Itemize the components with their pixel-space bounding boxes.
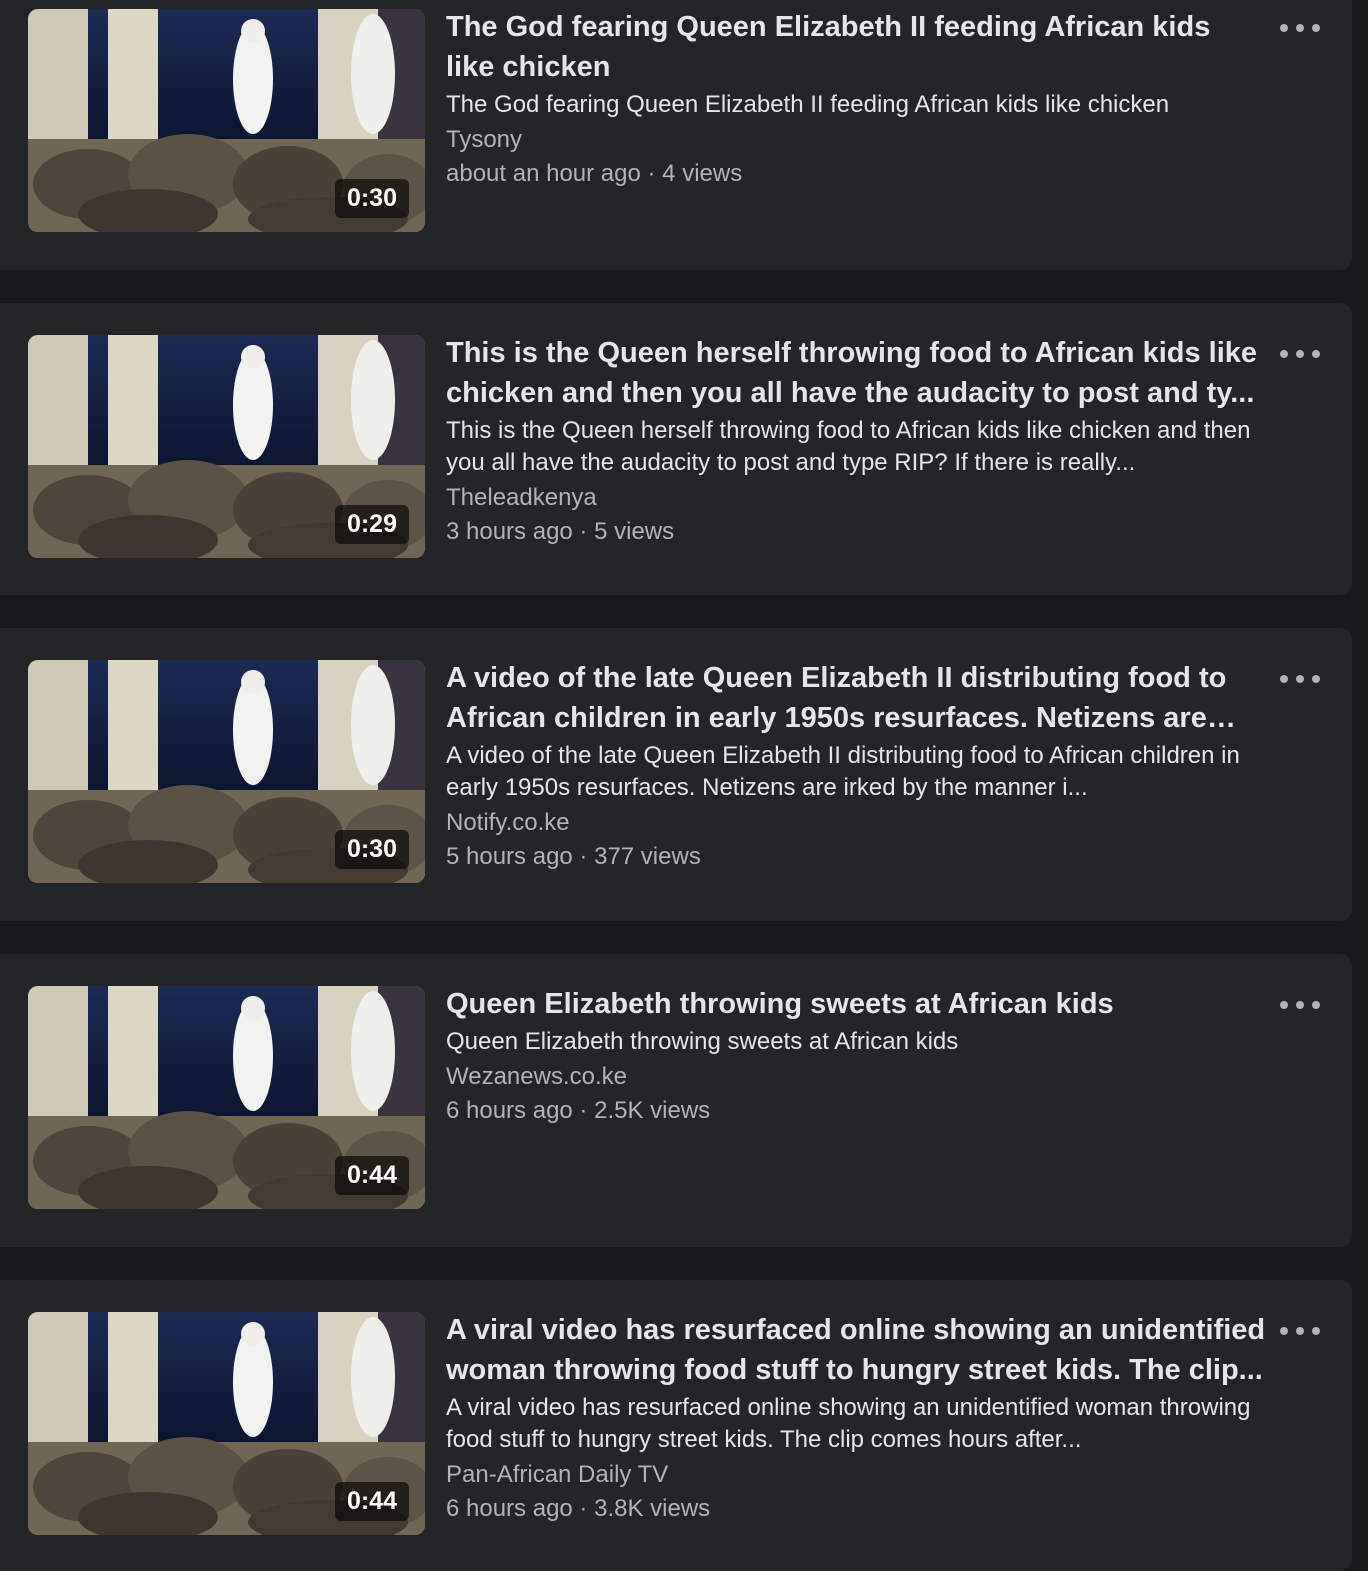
view-count: 2.5K views <box>594 1097 711 1124</box>
video-card[interactable]: 0:29 This is the Queen herself throwing … <box>0 303 1352 595</box>
video-title[interactable]: A video of the late Queen Elizabeth II d… <box>446 658 1266 738</box>
video-description: A video of the late Queen Elizabeth II d… <box>446 742 1240 801</box>
more-options-icon[interactable] <box>1280 993 1320 1017</box>
video-thumbnail[interactable]: 0:30 <box>28 660 425 883</box>
meta-separator: · <box>572 843 595 870</box>
view-count: 5 views <box>594 518 675 545</box>
view-count: 4 views <box>662 160 743 187</box>
upload-time: 6 hours ago <box>446 1495 573 1522</box>
video-title[interactable]: This is the Queen herself throwing food … <box>446 333 1266 413</box>
dot <box>1312 350 1320 358</box>
dot <box>1312 675 1320 683</box>
upload-time: 6 hours ago <box>446 1097 573 1124</box>
video-card[interactable]: 0:30 The God fearing Queen Elizabeth II … <box>0 0 1352 270</box>
meta-separator: · <box>640 160 663 187</box>
video-thumbnail[interactable]: 0:44 <box>28 1312 425 1535</box>
video-card[interactable]: 0:30 A video of the late Queen Elizabeth… <box>0 628 1352 921</box>
video-title[interactable]: A viral video has resurfaced online show… <box>446 1310 1266 1390</box>
video-description: Queen Elizabeth throwing sweets at Afric… <box>446 1028 959 1055</box>
dot <box>1296 1327 1304 1335</box>
more-options-icon[interactable] <box>1280 1319 1320 1343</box>
video-description: A viral video has resurfaced online show… <box>446 1394 1251 1453</box>
dot <box>1296 675 1304 683</box>
video-meta: 6 hours ago · 2.5K views <box>446 1094 1266 1128</box>
upload-time: 5 hours ago <box>446 843 573 870</box>
video-meta: 3 hours ago · 5 views <box>446 515 1266 549</box>
dot <box>1296 350 1304 358</box>
video-info: A video of the late Queen Elizabeth II d… <box>446 658 1266 874</box>
video-duration: 0:29 <box>334 505 409 544</box>
upload-time: 3 hours ago <box>446 518 573 545</box>
dot <box>1280 1327 1288 1335</box>
dot <box>1280 24 1288 32</box>
view-count: 3.8K views <box>594 1495 711 1522</box>
more-options-icon[interactable] <box>1280 342 1320 366</box>
video-title[interactable]: Queen Elizabeth throwing sweets at Afric… <box>446 984 1266 1024</box>
dot <box>1296 24 1304 32</box>
upload-time: about an hour ago <box>446 160 641 187</box>
dot <box>1312 1001 1320 1009</box>
video-card[interactable]: 0:44 Queen Elizabeth throwing sweets at … <box>0 954 1352 1247</box>
video-card[interactable]: 0:44 A viral video has resurfaced online… <box>0 1280 1352 1571</box>
video-info: A viral video has resurfaced online show… <box>446 1310 1266 1526</box>
video-feed: 0:30 The God fearing Queen Elizabeth II … <box>0 0 1368 1571</box>
more-options-icon[interactable] <box>1280 667 1320 691</box>
video-meta: 5 hours ago · 377 views <box>446 840 1266 874</box>
meta-separator: · <box>572 1495 595 1522</box>
video-info: The God fearing Queen Elizabeth II feedi… <box>446 7 1266 191</box>
video-thumbnail[interactable]: 0:29 <box>28 335 425 558</box>
video-duration: 0:44 <box>334 1156 409 1195</box>
video-meta: 6 hours ago · 3.8K views <box>446 1492 1266 1526</box>
video-info: This is the Queen herself throwing food … <box>446 333 1266 549</box>
channel-name[interactable]: Pan-African Daily TV <box>446 1458 1266 1492</box>
video-duration: 0:44 <box>334 1482 409 1521</box>
dot <box>1280 1001 1288 1009</box>
dot <box>1296 1001 1304 1009</box>
channel-name[interactable]: Wezanews.co.ke <box>446 1060 1266 1094</box>
video-duration: 0:30 <box>334 179 409 218</box>
more-options-icon[interactable] <box>1280 16 1320 40</box>
video-title[interactable]: The God fearing Queen Elizabeth II feedi… <box>446 7 1266 87</box>
video-info: Queen Elizabeth throwing sweets at Afric… <box>446 984 1266 1128</box>
dot <box>1312 24 1320 32</box>
meta-separator: · <box>572 1097 595 1124</box>
channel-name[interactable]: Notify.co.ke <box>446 806 1266 840</box>
meta-separator: · <box>572 518 595 545</box>
dot <box>1280 350 1288 358</box>
video-description: The God fearing Queen Elizabeth II feedi… <box>446 91 1170 118</box>
channel-name[interactable]: Tysony <box>446 123 1266 157</box>
dot <box>1312 1327 1320 1335</box>
video-duration: 0:30 <box>334 830 409 869</box>
video-description: This is the Queen herself throwing food … <box>446 417 1251 476</box>
view-count: 377 views <box>594 843 701 870</box>
dot <box>1280 675 1288 683</box>
video-meta: about an hour ago · 4 views <box>446 157 1266 191</box>
channel-name[interactable]: Theleadkenya <box>446 481 1266 515</box>
video-thumbnail[interactable]: 0:44 <box>28 986 425 1209</box>
video-thumbnail[interactable]: 0:30 <box>28 9 425 232</box>
